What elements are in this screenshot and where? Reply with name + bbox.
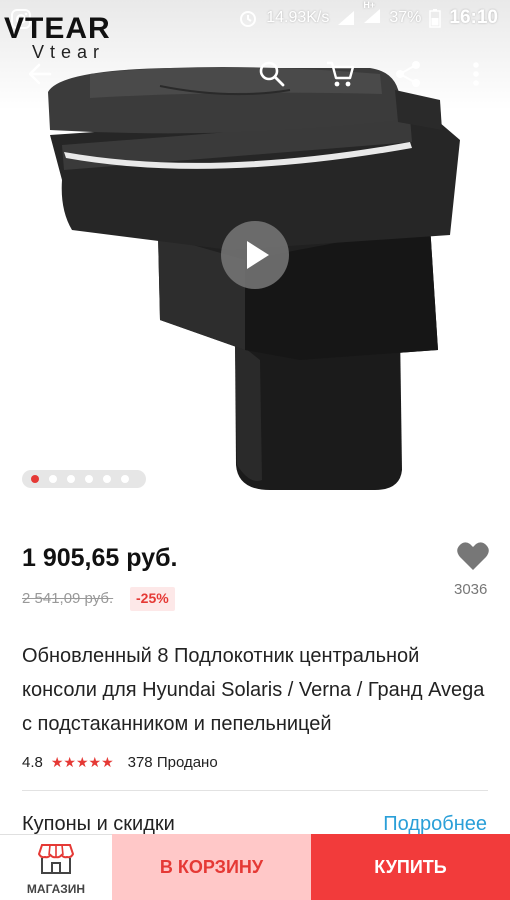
gallery-pagination: [22, 470, 146, 488]
clock: 16:10: [449, 7, 498, 28]
alarm-icon: [240, 11, 257, 27]
heart-icon[interactable]: [456, 540, 490, 572]
product-page: 14.93K/s H+ 37% 16:10 VTEAR Vtear 1 905,…: [0, 0, 510, 900]
pagination-dot: [67, 475, 75, 483]
pagination-dot: [85, 475, 93, 483]
signal-icon: [338, 11, 355, 25]
more-vert-icon[interactable]: [460, 58, 492, 90]
product-title: Обновленный 8 Подлокотник центральной ко…: [22, 645, 485, 735]
coupons-label: Купоны и скидки: [22, 813, 175, 835]
battery-percent: 37%: [389, 9, 422, 26]
discount-badge: -25%: [130, 587, 175, 611]
pagination-dot: [121, 475, 129, 483]
product-image-gallery[interactable]: [0, 0, 510, 508]
pagination-dot: [103, 475, 111, 483]
cart-icon[interactable]: [324, 58, 356, 90]
pagination-dot-active: [31, 475, 39, 483]
store-label: МАГАЗИН: [26, 882, 86, 896]
battery-icon: [429, 9, 442, 28]
sold-count: 378 Продано: [127, 753, 218, 771]
product-old-price: 2 541,09 руб.: [22, 590, 114, 607]
mobile-data-indicator: H+: [363, 0, 381, 29]
search-icon[interactable]: [256, 58, 288, 90]
buy-now-button[interactable]: КУПИТЬ: [311, 834, 510, 900]
store-button[interactable]: МАГАЗИН: [0, 834, 112, 900]
play-icon: [247, 241, 269, 269]
store-icon: [38, 844, 74, 874]
coupons-more-link[interactable]: Подробнее: [383, 813, 487, 836]
play-video-button[interactable]: [221, 221, 289, 289]
rating-row: 4.8 ★★★★★ 378 Продано: [22, 752, 218, 772]
brand-logo: VTEAR Vtear: [4, 12, 164, 62]
product-price: 1 905,65 руб.: [22, 544, 178, 572]
brand-logo-text: VTEAR: [4, 12, 111, 45]
divider: [22, 790, 488, 791]
rating-value: 4.8: [22, 753, 43, 771]
bottom-action-bar: МАГАЗИН В КОРЗИНУ КУПИТЬ: [0, 834, 510, 900]
pagination-dot: [49, 475, 57, 483]
rating-stars: ★★★★★: [50, 753, 114, 770]
network-speed: 14.93K/s: [266, 9, 330, 26]
network-type: H+: [363, 0, 376, 10]
add-to-cart-button[interactable]: В КОРЗИНУ: [112, 834, 311, 900]
wishlist-count: 3036: [454, 581, 488, 598]
back-arrow-icon[interactable]: [24, 58, 56, 90]
share-icon[interactable]: [392, 58, 424, 90]
